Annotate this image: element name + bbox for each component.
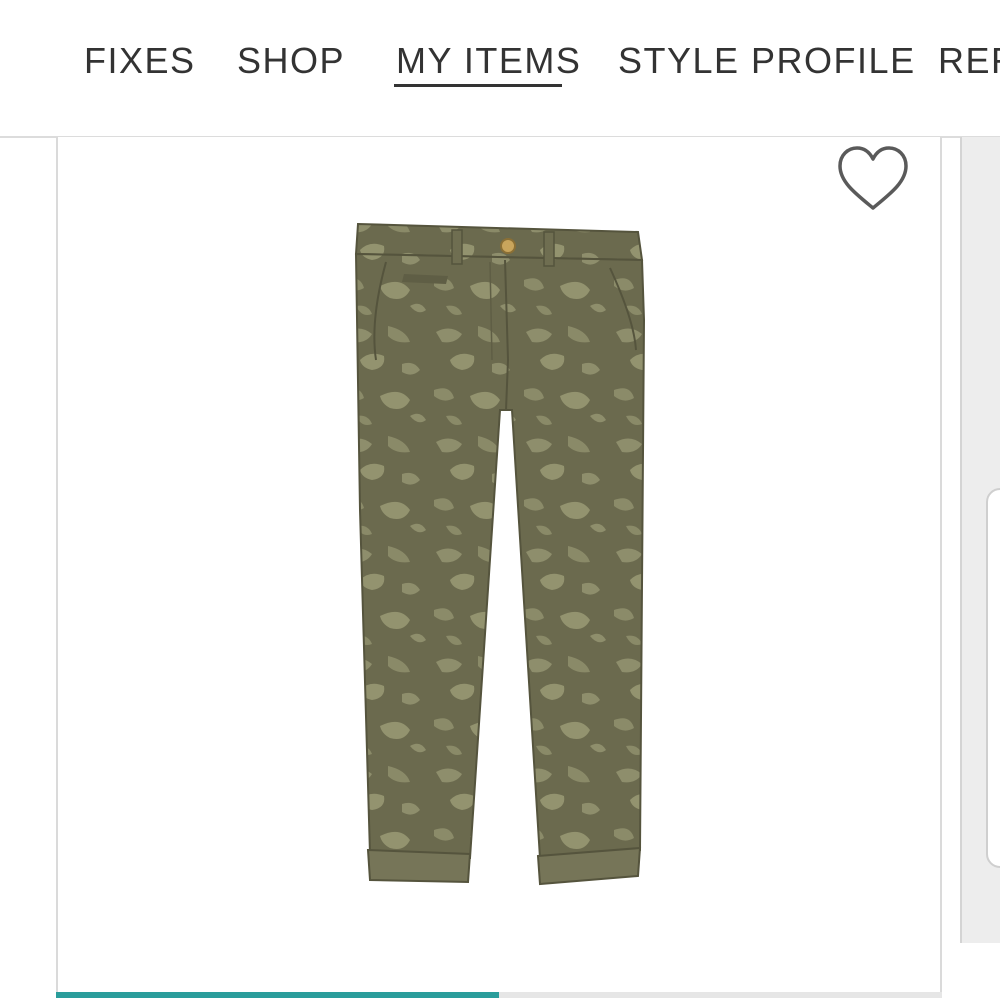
active-tab-indicator bbox=[394, 84, 562, 87]
carousel-progress-track bbox=[56, 992, 942, 998]
nav-tab-my-items[interactable]: MY ITEMS bbox=[396, 40, 581, 82]
carousel-progress-fill bbox=[56, 992, 499, 998]
favorite-button[interactable] bbox=[836, 142, 910, 216]
scroll-handle[interactable] bbox=[986, 488, 1000, 868]
nav-tab-shop[interactable]: SHOP bbox=[237, 40, 345, 82]
pants-illustration bbox=[354, 222, 646, 886]
nav-tab-style-profile[interactable]: STYLE PROFILE bbox=[618, 40, 916, 82]
heart-outline-icon bbox=[838, 146, 908, 210]
nav-tab-fixes[interactable]: FIXES bbox=[84, 40, 196, 82]
nav-tab-ref-truncated[interactable]: REF bbox=[938, 40, 1000, 82]
top-navigation: FIXES SHOP MY ITEMS STYLE PROFILE REF bbox=[0, 0, 1000, 138]
olive-camo-pants-image[interactable] bbox=[340, 210, 660, 900]
